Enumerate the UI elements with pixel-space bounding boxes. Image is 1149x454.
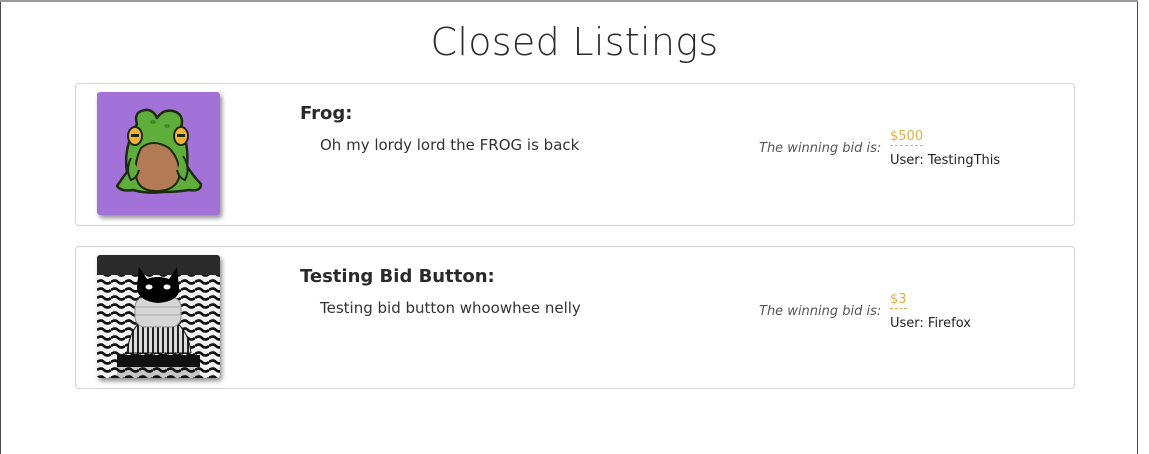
listing-image-frog[interactable] — [97, 92, 220, 215]
winning-bid-label: The winning bid is: — [759, 304, 882, 319]
cat-image — [97, 255, 220, 378]
listing-title: Testing Bid Button: — [300, 266, 495, 287]
listing-description: Testing bid button whoowhee nelly — [320, 299, 581, 317]
listing-description: Oh my lordy lord the FROG is back — [320, 136, 580, 154]
winning-bid-user: User: Firefox — [890, 316, 971, 331]
page-title: Closed Listings — [430, 20, 719, 64]
winning-bid-amount[interactable]: $500 — [890, 129, 924, 146]
listing-card: Frog: Oh my lordy lord the FROG is back … — [75, 83, 1075, 226]
window-right-edge — [1137, 0, 1138, 454]
winning-bid-amount[interactable]: $3 — [890, 292, 907, 309]
top-divider — [0, 0, 1138, 2]
winning-bid-user: User: TestingThis — [890, 153, 1001, 168]
listing-title: Frog: — [300, 103, 353, 124]
frog-image — [97, 92, 220, 215]
winning-bid-label: The winning bid is: — [759, 141, 882, 156]
window-left-edge — [0, 0, 1, 454]
listing-card: Testing Bid Button: Testing bid button w… — [75, 246, 1075, 389]
listing-image-cat[interactable] — [97, 255, 220, 378]
